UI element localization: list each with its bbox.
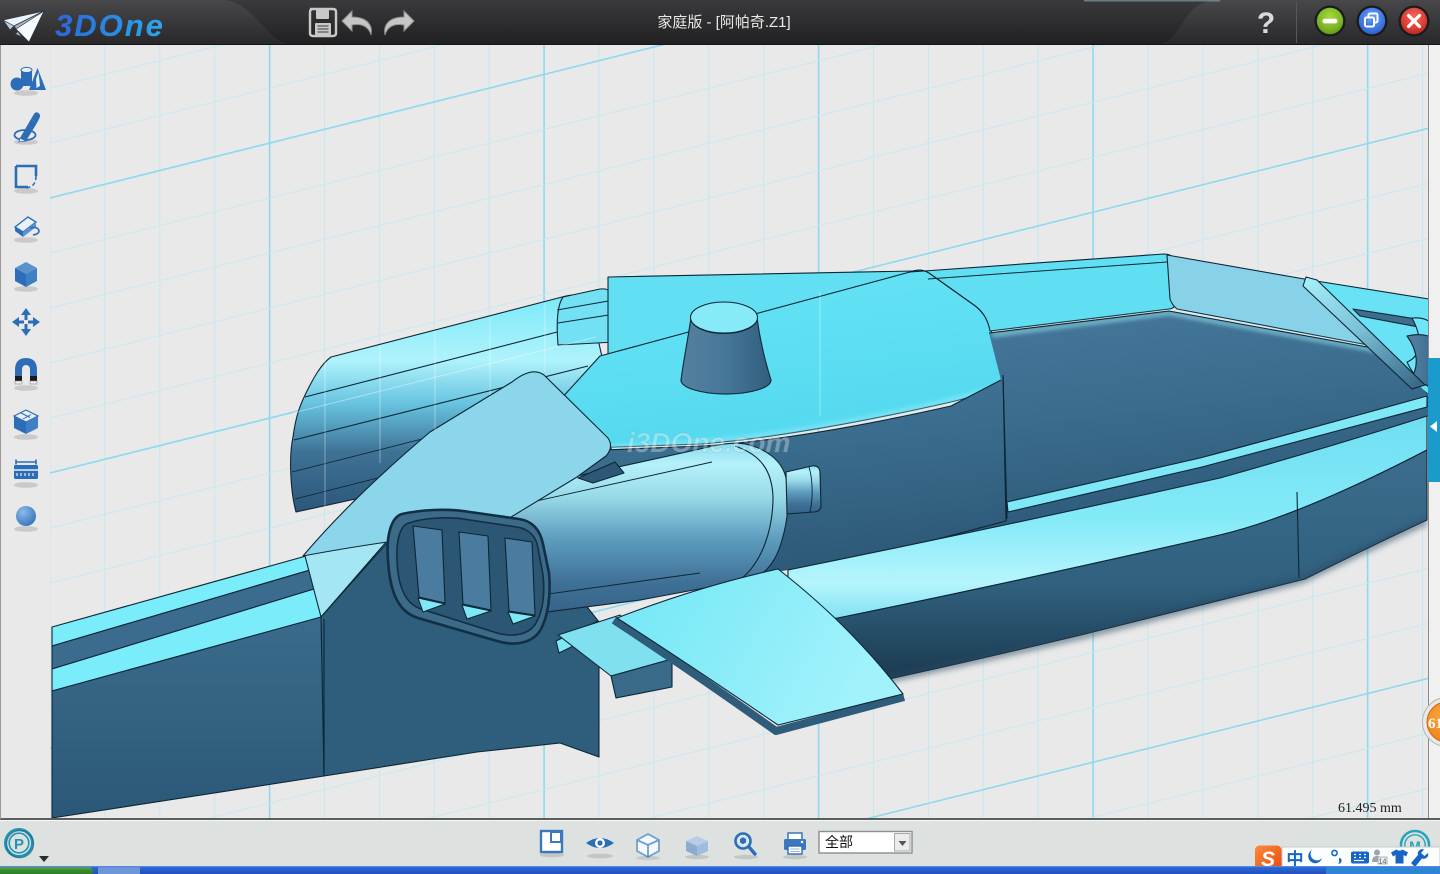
svg-text:61.495 mm: 61.495 mm	[1338, 801, 1402, 816]
svg-text:全部: 全部	[825, 834, 853, 850]
svg-text:家庭版 - [阿帕奇.Z1]: 家庭版 - [阿帕奇.Z1]	[657, 14, 790, 31]
svg-text:i3DOne.com: i3DOne.com	[627, 427, 790, 458]
svg-text:P: P	[14, 836, 24, 853]
svg-text:61: 61	[1428, 716, 1440, 732]
svg-text:14: 14	[1379, 859, 1387, 866]
svg-text:?: ?	[1257, 7, 1275, 40]
svg-text:3DOne: 3DOne	[55, 8, 165, 43]
